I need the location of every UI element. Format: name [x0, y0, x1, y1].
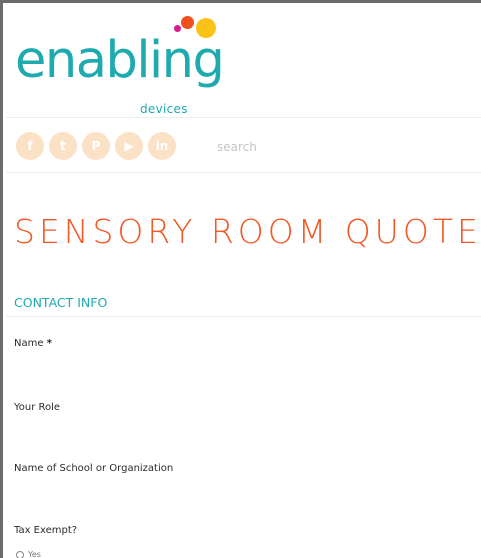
name-label-text: Name — [14, 338, 44, 349]
tax-exempt-yes-radio[interactable] — [16, 550, 24, 558]
linkedin-icon[interactable]: in — [148, 132, 176, 160]
name-field-label: Name * — [14, 338, 52, 349]
logo-dot-red — [181, 16, 194, 29]
facebook-icon[interactable]: f — [16, 132, 44, 160]
required-mark: * — [46, 338, 52, 349]
site-logo[interactable]: enabling devices — [15, 13, 245, 125]
tax-exempt-yes-label: Yes — [28, 550, 41, 558]
tax-exempt-label: Tax Exempt? — [14, 525, 78, 536]
twitter-icon[interactable]: t — [49, 132, 77, 160]
search-input[interactable] — [217, 138, 457, 156]
tax-exempt-yes-option[interactable]: Yes — [16, 550, 41, 558]
section-divider — [6, 316, 481, 317]
pinterest-icon[interactable]: P — [82, 132, 110, 160]
youtube-icon[interactable]: ▶ — [115, 132, 143, 160]
header-divider — [6, 117, 481, 118]
toolbar-divider — [6, 172, 481, 173]
role-field-label: Your Role — [14, 402, 61, 413]
social-links: f t P ▶ in — [16, 132, 176, 160]
school-field-label: Name of School or Organization — [14, 463, 174, 474]
logo-wordmark: enabling — [15, 31, 225, 90]
page-title: SENSORY ROOM QUOTE — [14, 212, 481, 251]
page-frame: enabling devices f t P ▶ in SENSORY ROOM… — [0, 0, 481, 558]
section-heading-contact: CONTACT INFO — [14, 295, 108, 310]
logo-subtitle: devices — [140, 102, 188, 116]
